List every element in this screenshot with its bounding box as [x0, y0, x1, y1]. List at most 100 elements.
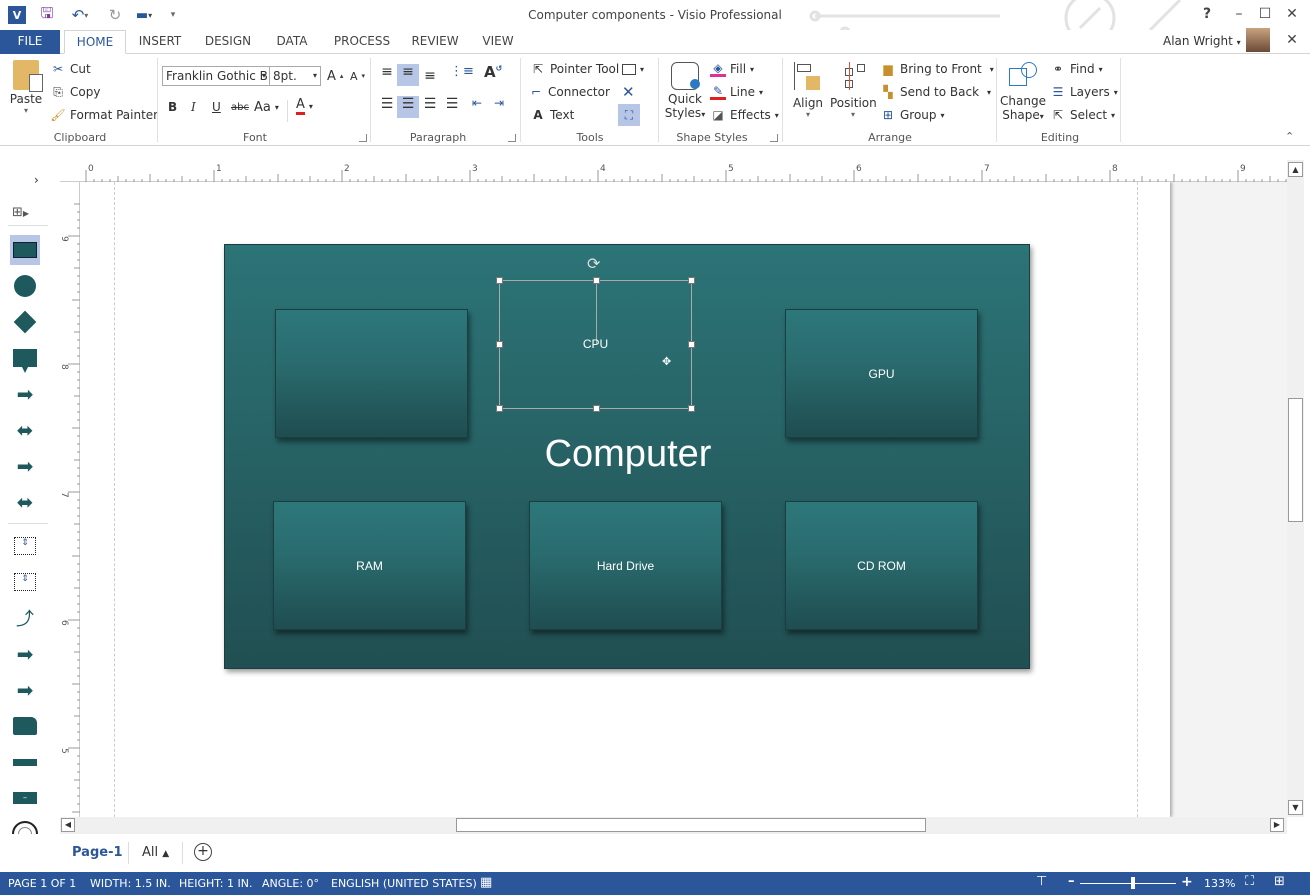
rotation-handle-icon[interactable]: ⟳	[587, 254, 600, 273]
collapse-ribbon-icon[interactable]: ⌃	[1285, 130, 1294, 143]
status-width[interactable]: WIDTH: 1.5 IN.	[90, 877, 171, 890]
position-button[interactable]: Position ▾	[830, 58, 877, 128]
tab-home[interactable]: HOME	[64, 30, 126, 54]
shape-styles-dialog-launcher-icon[interactable]	[770, 134, 778, 142]
send-to-back-button[interactable]: ▚ Send to Back ▾	[880, 82, 991, 102]
add-page-icon[interactable]: +	[194, 843, 212, 861]
rotate-text-icon[interactable]: A↺	[484, 63, 504, 85]
italic-button[interactable]: I	[191, 97, 196, 117]
stencil-diamond[interactable]	[10, 307, 40, 337]
decrease-indent-icon[interactable]: ⇤	[472, 96, 494, 118]
select-button[interactable]: ⇱ Select ▾	[1050, 105, 1115, 125]
grow-font-button[interactable]: A ▴	[327, 66, 343, 86]
resize-handle-sw[interactable]	[496, 405, 503, 412]
arrow-double-shape-icon[interactable]: ⬌	[10, 415, 40, 445]
stencil-rounded-block[interactable]	[10, 711, 40, 741]
tab-insert[interactable]: INSERT	[132, 30, 188, 54]
arrow-right-shape-icon[interactable]: ➡	[10, 379, 40, 409]
bring-to-front-button[interactable]: ▆ Bring to Front ▾	[880, 59, 993, 79]
scroll-down-icon[interactable]: ▼	[1288, 800, 1303, 815]
minimize-icon[interactable]: –	[1227, 6, 1251, 24]
arrow-double-2-shape-icon[interactable]: ⬌	[10, 487, 40, 517]
font-dialog-launcher-icon[interactable]	[359, 134, 367, 142]
fit-page-icon[interactable]: ⛶	[1245, 874, 1254, 889]
stencil-circle[interactable]	[10, 271, 40, 301]
scroll-left-icon[interactable]: ◀	[61, 818, 75, 832]
scroll-right-icon[interactable]: ▶	[1270, 818, 1284, 832]
zoom-slider-thumb[interactable]	[1130, 877, 1135, 889]
switch-windows-icon[interactable]: ⊞	[1274, 874, 1285, 889]
zoom-level[interactable]: 133%	[1204, 877, 1235, 890]
align-left-icon[interactable]: ☰	[376, 96, 398, 118]
horizontal-scrollbar[interactable]: ◀ ▶	[60, 817, 1287, 834]
tab-process[interactable]: PROCESS	[328, 30, 396, 54]
stencil-callout[interactable]	[10, 343, 40, 373]
font-color-button[interactable]: A ▾	[296, 96, 313, 116]
tab-view[interactable]: VIEW	[476, 30, 520, 54]
tab-data[interactable]: DATA	[268, 30, 316, 54]
vertical-scrollbar[interactable]: ▲ ▼	[1287, 160, 1304, 817]
shape-cd-rom[interactable]: CD ROM	[785, 501, 978, 630]
expand-shapes-icon[interactable]: ›	[34, 173, 39, 187]
resize-handle-ne[interactable]	[688, 277, 695, 284]
shape-ram[interactable]: RAM	[273, 501, 466, 630]
status-language[interactable]: ENGLISH (UNITED STATES)	[331, 877, 477, 890]
paste-button[interactable]: Paste ▾	[8, 58, 44, 116]
user-avatar[interactable]	[1246, 28, 1270, 52]
bullets-icon[interactable]: ⋮≡	[450, 64, 474, 86]
paragraph-dialog-launcher-icon[interactable]	[508, 134, 516, 142]
increase-indent-icon[interactable]: ⇥	[494, 96, 516, 118]
all-pages-button[interactable]: All ▲	[142, 845, 169, 860]
arrow-right-3-shape-icon[interactable]: ➡	[10, 639, 40, 669]
page-tab-page-1[interactable]: Page-1	[72, 845, 123, 860]
font-name-select[interactable]: Franklin Gothic B ▾	[162, 66, 270, 86]
stencil-bar[interactable]	[10, 747, 40, 777]
stencil-container-2[interactable]: ⇕	[10, 567, 40, 597]
pointer-tool-button[interactable]: ⇱ Pointer Tool	[530, 59, 619, 79]
maximize-icon[interactable]: ☐	[1253, 6, 1277, 24]
resize-handle-e[interactable]	[688, 341, 695, 348]
resize-handle-s[interactable]	[593, 405, 600, 412]
align-center-icon[interactable]: ☰	[397, 96, 419, 118]
vertical-scroll-thumb[interactable]	[1288, 398, 1303, 522]
rectangle-tool-button[interactable]: ▾	[622, 59, 644, 79]
curved-arrow-shape-icon[interactable]: ⤴	[10, 603, 40, 633]
tab-design[interactable]: DESIGN	[198, 30, 258, 54]
copy-button[interactable]: ⎘ Copy	[50, 82, 100, 102]
status-angle[interactable]: ANGLE: 0°	[262, 877, 319, 890]
resize-handle-w[interactable]	[496, 341, 503, 348]
align-right-icon[interactable]: ☰	[419, 96, 441, 118]
stencil-container-1[interactable]: ⇕	[10, 531, 40, 561]
scroll-up-icon[interactable]: ▲	[1288, 162, 1303, 177]
underline-button[interactable]: U	[212, 97, 221, 117]
align-bottom-icon[interactable]: ≡	[419, 68, 441, 90]
cut-button[interactable]: ✂ Cut	[50, 59, 91, 79]
vertical-ruler[interactable]: 9 8 7 6 5	[58, 182, 80, 817]
close-tool-icon[interactable]: ✕	[622, 82, 635, 102]
drawing-canvas[interactable]: GPU RAM Hard Drive CD ROM Computer CPU ⟳…	[81, 182, 1287, 817]
stencil-bar-label[interactable]: –	[10, 783, 40, 813]
strikethrough-button[interactable]: abc	[231, 97, 249, 117]
text-tool-button[interactable]: A Text	[530, 105, 574, 125]
change-shape-button[interactable]: Change Shape▾	[1000, 58, 1046, 128]
font-size-select[interactable]: 8pt. ▾	[269, 66, 321, 86]
user-name[interactable]: Alan Wright ▾	[1163, 34, 1241, 48]
quick-styles-button[interactable]: Quick Styles▾	[664, 58, 706, 128]
connector-button[interactable]: ⌐ Connector	[528, 82, 610, 102]
change-case-button[interactable]: Aa ▾	[254, 97, 279, 117]
shape-blank[interactable]	[275, 309, 468, 438]
zoom-slider[interactable]	[1080, 883, 1176, 884]
find-button[interactable]: ⚭ Find ▾	[1050, 59, 1103, 79]
resize-handle-se[interactable]	[688, 405, 695, 412]
shape-cpu-selected[interactable]: CPU ⟳ ✥	[496, 254, 695, 412]
shape-hard-drive[interactable]: Hard Drive	[529, 501, 722, 630]
group-button[interactable]: ⊞ Group ▾	[880, 105, 945, 125]
stencil-rectangle[interactable]	[10, 235, 40, 265]
drawing-page[interactable]: GPU RAM Hard Drive CD ROM Computer CPU ⟳…	[81, 182, 1170, 817]
align-middle-icon[interactable]: ≡	[397, 64, 419, 86]
arrow-right-2-shape-icon[interactable]: ➡	[10, 451, 40, 481]
justify-icon[interactable]: ☰	[441, 96, 463, 118]
align-button[interactable]: Align ▾	[790, 58, 826, 128]
zoom-in-icon[interactable]: +	[1181, 874, 1193, 890]
horizontal-scroll-thumb[interactable]	[456, 818, 926, 832]
